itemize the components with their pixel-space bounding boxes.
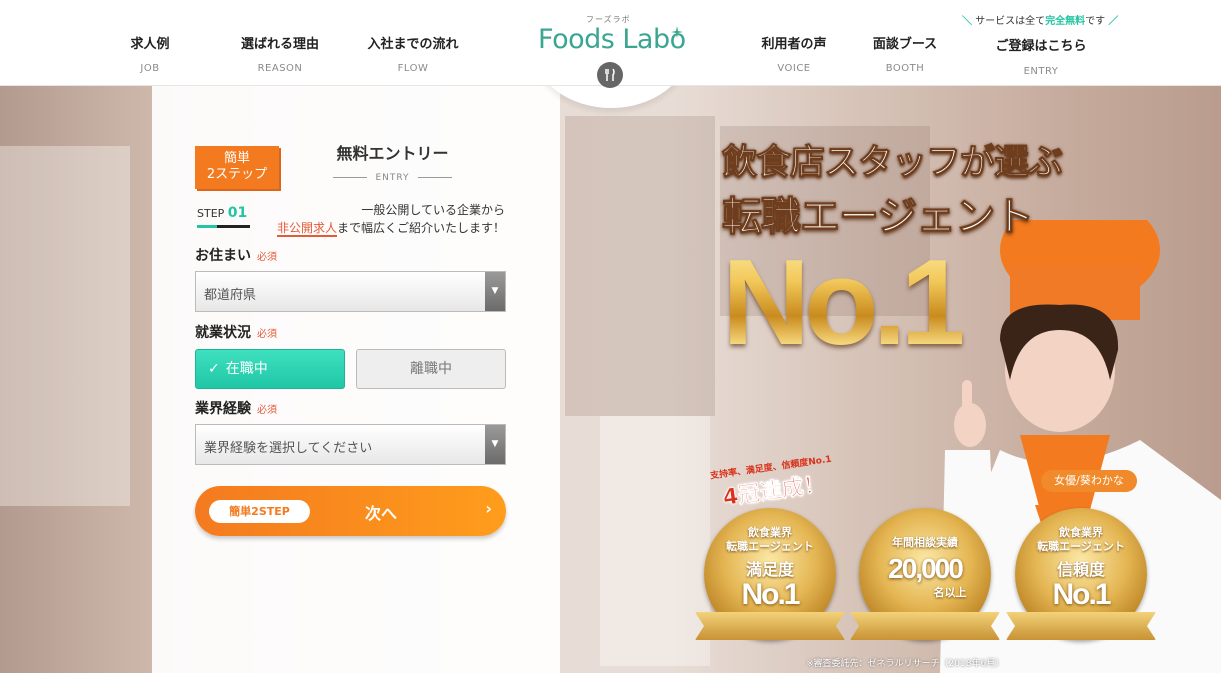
next-label: 次へ (365, 504, 398, 523)
nav-sublabel: BOOTH (885, 63, 925, 74)
bg-window (0, 146, 130, 506)
easy-tag-line2: 2ステップ (206, 167, 268, 182)
easy-2step-tag: 簡単 2ステップ (195, 146, 279, 189)
required-badge: 必須 (257, 329, 277, 340)
employment-label-text: 就業状況 (195, 325, 251, 341)
nav-sublabel: FLOW (397, 63, 429, 74)
hero-headline-1: 飲食店スタッフが選ぶ (721, 143, 1063, 184)
employment-option-unemployed[interactable]: 離職中 (356, 349, 506, 389)
bg-window (600, 416, 710, 666)
step-progress-bar (197, 225, 250, 228)
next-pill-label: 簡単2STEP (209, 500, 310, 523)
medal-big2: No.1 (1052, 578, 1111, 611)
nav-booth[interactable]: 面談ブース BOOTH (862, 0, 948, 86)
site-logo[interactable]: フーズラボ Foods Labo (538, 10, 686, 60)
medal-big1: 信頼度 (1056, 560, 1105, 579)
hero-no1: No.1 (722, 234, 968, 370)
required-badge: 必須 (257, 252, 277, 263)
lead-highlight: 非公開求人 (276, 221, 337, 237)
residence-select[interactable]: 都道府県 ▼ (195, 271, 506, 312)
residence-placeholder: 都道府県 (204, 288, 257, 303)
nav-label: 利用者の声 (761, 37, 827, 52)
nav-sublabel: REASON (257, 63, 303, 74)
experience-placeholder: 業界経験を選択してください (204, 441, 373, 456)
nav-voice[interactable]: 利用者の声 VOICE (750, 0, 838, 86)
survey-footnote: ※審査委託先：ゼネラルリサーチ（2018年6月） (806, 659, 1005, 669)
nav-flow[interactable]: 入社までの流れ FLOW (358, 0, 468, 86)
logo-text: Foods Labo (538, 24, 686, 55)
step-indicator: STEP 01 (197, 205, 250, 227)
nav-label: 入社までの流れ (367, 37, 459, 52)
lead-line2: まで幅広くご紹介いたします！ (336, 221, 505, 235)
nav-sublabel: ENTRY (1023, 66, 1059, 77)
sparkle-icon (671, 26, 683, 38)
medal-big2: 名以上 (933, 586, 967, 599)
option-label: 離職中 (410, 361, 452, 377)
fork-knife-icon (597, 62, 623, 88)
next-button[interactable]: 簡単2STEP 次へ › (195, 486, 506, 536)
residence-label: お住まい 必須 (195, 245, 277, 265)
residence-label-text: お住まい (195, 248, 251, 264)
checkmark-icon: ✓ (208, 361, 220, 377)
nav-label: 求人例 (130, 37, 170, 52)
form-title: 無料エントリー (336, 144, 449, 163)
employment-option-employed[interactable]: ✓ 在職中 (195, 349, 345, 389)
nav-sublabel: VOICE (777, 63, 811, 74)
form-subtitle: ENTRY (305, 173, 480, 183)
dropdown-arrow-icon: ▼ (485, 272, 505, 311)
nav-reason[interactable]: 選ばれる理由 REASON (230, 0, 330, 86)
form-subtitle-text: ENTRY (375, 173, 410, 183)
easy-tag-line1: 簡単 (223, 151, 250, 166)
form-lead-text: 一般公開している企業から 非公開求人まで幅広くご紹介いたします！ (262, 201, 505, 237)
lead-line1: 一般公開している企業から (361, 203, 505, 217)
medal-line1: 年間相談実績 (892, 536, 958, 549)
experience-label-text: 業界経験 (195, 401, 251, 417)
employment-label: 就業状況 必須 (195, 322, 277, 342)
medal-line2: 転職エージェント (1037, 540, 1125, 553)
medal-line1: 飲食業界 (748, 526, 792, 539)
nav-label: 面談ブース (872, 37, 938, 52)
actress-name-tag: 女優/葵わかな (1041, 470, 1137, 492)
step-label: STEP (197, 207, 225, 220)
nav-entry[interactable]: ご登録はこちら ENTRY (985, 0, 1097, 86)
bg-shelf (565, 116, 715, 416)
medal-big1: 満足度 (745, 560, 794, 579)
medal-ribbon (1006, 612, 1156, 640)
medal-big2: No.1 (741, 578, 800, 611)
dropdown-arrow-icon: ▼ (485, 425, 505, 464)
experience-label: 業界経験 必須 (195, 398, 277, 418)
step-number: 01 (227, 205, 248, 221)
medal-ribbon (850, 612, 1000, 640)
nav-label: ご登録はこちら (995, 39, 1087, 54)
experience-select[interactable]: 業界経験を選択してください ▼ (195, 424, 506, 465)
option-label: 在職中 (225, 361, 268, 377)
medal-ribbon (695, 612, 845, 640)
nav-label: 選ばれる理由 (240, 37, 319, 52)
required-badge: 必須 (257, 405, 277, 416)
medal-line2: 転職エージェント (726, 540, 814, 553)
nav-job[interactable]: 求人例 JOB (115, 0, 185, 86)
landing-page: 求人例 JOB 選ばれる理由 REASON 入社までの流れ FLOW 利用者の声… (0, 0, 1221, 673)
medal-line1: 飲食業界 (1059, 526, 1103, 539)
nav-sublabel: JOB (140, 63, 160, 74)
chevron-right-icon: › (485, 499, 492, 518)
medal-big1: 20,000 (888, 553, 964, 584)
